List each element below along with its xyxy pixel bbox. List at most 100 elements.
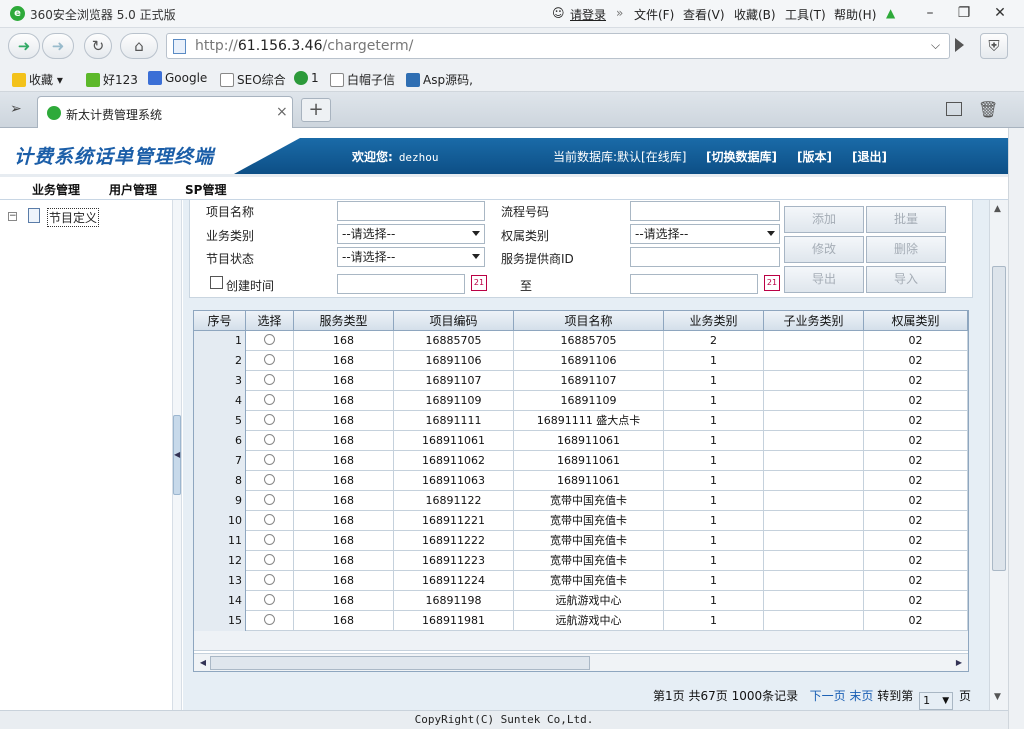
tab-close-icon[interactable]: × <box>276 104 288 120</box>
row-select-radio[interactable] <box>264 454 275 465</box>
restore-icon[interactable]: ❐ <box>952 3 976 23</box>
row-select-radio[interactable] <box>264 434 275 445</box>
bookmark-hao123[interactable]: 好123 <box>86 71 138 88</box>
table-row[interactable]: 10 168 168911221 宽带中国充值卡 1 02 <box>194 511 968 531</box>
sidebar-item-program-definition[interactable]: 节目定义 <box>47 208 100 227</box>
table-row[interactable]: 13 168 168911224 宽带中国充值卡 1 02 <box>194 571 968 591</box>
menu-favorites[interactable]: 收藏(B) <box>734 6 776 23</box>
row-select-radio[interactable] <box>264 474 275 485</box>
bookmark-favorites[interactable]: 收藏 ▾ <box>12 71 63 88</box>
col-select-cell[interactable] <box>246 431 294 451</box>
col-select-cell[interactable] <box>246 551 294 571</box>
tree-collapse-icon[interactable]: − <box>8 212 17 221</box>
col-select-cell[interactable] <box>246 571 294 591</box>
menu-business[interactable]: 业务管理 <box>32 181 80 198</box>
col-select-cell[interactable] <box>246 471 294 491</box>
create-time-checkbox[interactable] <box>210 276 223 289</box>
forward-arrow-icon[interactable]: ➜ <box>42 33 74 59</box>
url-text[interactable]: http://61.156.3.46/chargeterm/ <box>195 38 413 54</box>
scroll-left-icon[interactable]: ◀ <box>196 656 210 670</box>
dropdown-chevron-icon[interactable]: ⌵ <box>931 38 940 53</box>
col-select-cell[interactable] <box>246 411 294 431</box>
scroll-right-icon[interactable]: ▶ <box>952 656 966 670</box>
table-row[interactable]: 14 168 16891198 远航游戏中心 1 02 <box>194 591 968 611</box>
col-select-cell[interactable] <box>246 351 294 371</box>
menu-file[interactable]: 文件(F) <box>634 6 674 23</box>
last-page-link[interactable]: 末页 <box>849 689 873 703</box>
rights-type-select[interactable]: --请选择-- <box>630 224 780 244</box>
vertical-scrollbar[interactable]: ▲ ▼ <box>989 200 1008 710</box>
logout-link[interactable]: [退出] <box>852 148 887 165</box>
skin-shirt-icon[interactable]: ▲ <box>886 6 895 20</box>
row-select-radio[interactable] <box>264 594 275 605</box>
row-select-radio[interactable] <box>264 414 275 425</box>
col-select-cell[interactable] <box>246 391 294 411</box>
batch-button[interactable]: 批量 <box>866 206 946 233</box>
bookmark-whitehat[interactable]: 白帽子信 <box>330 71 395 88</box>
horizontal-scrollbar[interactable]: ◀ ▶ <box>194 653 968 671</box>
scroll-up-icon[interactable]: ▲ <box>994 204 1001 214</box>
row-select-radio[interactable] <box>264 574 275 585</box>
import-button[interactable]: 导入 <box>866 266 946 293</box>
col-select-cell[interactable] <box>246 591 294 611</box>
row-select-radio[interactable] <box>264 494 275 505</box>
address-bar[interactable]: http://61.156.3.46/chargeterm/ ⌵ <box>166 33 950 59</box>
back-arrow-icon[interactable]: ➜ <box>8 33 40 59</box>
col-select-cell[interactable] <box>246 331 294 351</box>
collapse-left-icon[interactable]: ◀ <box>173 415 181 495</box>
table-row[interactable]: 7 168 168911062 168911061 1 02 <box>194 451 968 471</box>
add-button[interactable]: 添加 <box>784 206 864 233</box>
delete-button[interactable]: 删除 <box>866 236 946 263</box>
edit-button[interactable]: 修改 <box>784 236 864 263</box>
table-row[interactable]: 11 168 168911222 宽带中国充值卡 1 02 <box>194 531 968 551</box>
row-select-radio[interactable] <box>264 334 275 345</box>
scroll-thumb[interactable] <box>210 656 590 670</box>
row-select-radio[interactable] <box>264 374 275 385</box>
table-row[interactable]: 1 168 16885705 16885705 2 02 <box>194 331 968 351</box>
bookmark-seo[interactable]: SEO综合 <box>220 71 286 88</box>
col-select-cell[interactable] <box>246 531 294 551</box>
row-select-radio[interactable] <box>264 394 275 405</box>
row-select-radio[interactable] <box>264 614 275 625</box>
bookmark-google[interactable]: Google <box>148 71 207 85</box>
flow-no-input[interactable] <box>630 201 780 221</box>
biz-type-select[interactable]: --请选择-- <box>337 224 485 244</box>
close-icon[interactable]: ✕ <box>988 3 1012 23</box>
tab-active[interactable]: 新太计费管理系统 × <box>37 96 293 128</box>
col-select-cell[interactable] <box>246 491 294 511</box>
next-page-link[interactable]: 下一页 <box>810 689 846 703</box>
table-row[interactable]: 6 168 168911061 168911061 1 02 <box>194 431 968 451</box>
table-row[interactable]: 5 168 16891111 16891111 盛大点卡 1 02 <box>194 411 968 431</box>
create-time-start-input[interactable] <box>337 274 465 294</box>
row-select-radio[interactable] <box>264 534 275 545</box>
minimize-icon[interactable]: – <box>918 3 942 23</box>
row-select-radio[interactable] <box>264 554 275 565</box>
prog-state-select[interactable]: --请选择-- <box>337 247 485 267</box>
new-tab-button[interactable]: + <box>301 98 331 122</box>
sidebar-splitter[interactable]: ◀ <box>172 200 182 710</box>
menu-tools[interactable]: 工具(T) <box>785 6 826 23</box>
switch-db-link[interactable]: [切换数据库] <box>706 148 777 165</box>
scroll-down-icon[interactable]: ▼ <box>994 692 1001 702</box>
go-arrow-icon[interactable] <box>955 38 964 52</box>
table-row[interactable]: 2 168 16891106 16891106 1 02 <box>194 351 968 371</box>
shield-icon[interactable]: ⛨ <box>980 33 1008 59</box>
col-select-cell[interactable] <box>246 611 294 631</box>
menu-sp[interactable]: SP管理 <box>185 181 226 198</box>
calendar-icon[interactable]: 21 <box>471 275 487 291</box>
col-select-cell[interactable] <box>246 451 294 471</box>
menu-view[interactable]: 查看(V) <box>683 6 725 23</box>
menu-users[interactable]: 用户管理 <box>109 181 157 198</box>
item-name-input[interactable] <box>337 201 485 221</box>
version-link[interactable]: [版本] <box>797 148 832 165</box>
scroll-thumb[interactable] <box>992 266 1006 571</box>
table-row[interactable]: 3 168 16891107 16891107 1 02 <box>194 371 968 391</box>
refresh-icon[interactable]: ↻ <box>84 33 112 59</box>
row-select-radio[interactable] <box>264 514 275 525</box>
login-link[interactable]: 请登录 <box>570 6 606 23</box>
page-select[interactable]: 1 ▼ <box>919 692 954 710</box>
table-row[interactable]: 8 168 168911063 168911061 1 02 <box>194 471 968 491</box>
sp-id-input[interactable] <box>630 247 780 267</box>
col-select-cell[interactable] <box>246 511 294 531</box>
export-button[interactable]: 导出 <box>784 266 864 293</box>
